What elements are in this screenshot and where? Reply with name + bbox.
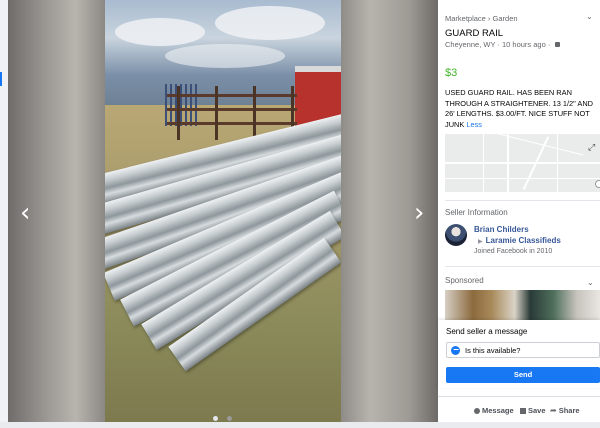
next-photo-button[interactable]: › (414, 200, 424, 226)
message-input-value: Is this available? (465, 346, 521, 355)
left-nav-strip (0, 0, 8, 428)
share-action-label: Share (558, 406, 580, 415)
map-road (557, 134, 558, 192)
listing-location-time: Cheyenne, WY · 10 hours ago · (445, 40, 561, 49)
chevron-left-icon: ‹ (20, 198, 31, 228)
marketplace-listing-page: ‹ › Marketplace › Garden ⌄ GUARD RAIL Ch… (0, 0, 600, 428)
listing-details-panel: Marketplace › Garden ⌄ GUARD RAIL Cheyen… (438, 0, 600, 428)
sponsored-ad-image[interactable] (445, 290, 600, 320)
left-nav-indicator (0, 72, 2, 86)
listing-actions-bar: Message Save ➦ Share (438, 396, 600, 422)
photo-cloud (215, 6, 325, 40)
share-icon: ➦ (550, 406, 557, 415)
location-text: Cheyenne, WY · 10 hours ago · (445, 40, 551, 49)
share-action-button[interactable]: ➦ Share (550, 406, 580, 415)
photo-cloud (165, 44, 285, 68)
seller-info-heading: Seller Information (445, 208, 508, 217)
save-action-button[interactable]: Save (520, 406, 546, 415)
pen-post (215, 86, 218, 140)
seller-avatar[interactable] (445, 224, 467, 246)
message-icon (474, 408, 480, 414)
listing-title: GUARD RAIL (445, 28, 504, 39)
photo-dot-active[interactable] (213, 416, 218, 421)
message-action-button[interactable]: Message (474, 406, 514, 415)
sponsored-heading: Sponsored (445, 276, 484, 285)
message-heading: Send seller a message (446, 327, 528, 336)
pen-post (253, 86, 256, 140)
map-zoom-icon[interactable] (595, 180, 600, 188)
listing-photo (105, 0, 341, 422)
listing-price: $3 (445, 67, 458, 79)
map-road (445, 162, 600, 164)
map-road (466, 134, 584, 156)
send-button[interactable]: Send (446, 367, 600, 383)
sponsored-chevron-down-icon[interactable]: ⌄ (587, 278, 594, 287)
bottom-scroll-area (0, 422, 600, 428)
breadcrumb[interactable]: Marketplace › Garden (445, 14, 518, 23)
photo-cloud (115, 18, 205, 46)
seller-joined-date: Joined Facebook in 2010 (474, 248, 553, 255)
prev-photo-button[interactable]: ‹ (20, 200, 30, 226)
caret-right-icon: ▶ (478, 239, 483, 245)
less-link[interactable]: Less (466, 120, 482, 129)
location-map[interactable]: ⤢ (445, 134, 600, 192)
message-input[interactable]: Is this available? (446, 342, 600, 358)
options-chevron-down-icon[interactable]: ⌄ (586, 12, 593, 21)
listing-description: USED GUARD RAIL. HAS BEEN RAN THROUGH A … (445, 88, 595, 130)
pen-rail (167, 94, 297, 97)
map-road (445, 178, 600, 179)
bookmark-icon (520, 408, 526, 414)
pen-rail (167, 122, 297, 125)
divider (445, 266, 600, 267)
photo-viewer[interactable]: ‹ › (8, 0, 438, 422)
divider (445, 200, 600, 201)
photo-pagination-dots (213, 408, 237, 422)
seller-group-link[interactable]: ▶ Laramie Classifieds (478, 236, 561, 245)
expand-map-icon[interactable]: ⤢ (588, 142, 595, 153)
photo-dot[interactable] (227, 416, 233, 421)
map-road (507, 134, 509, 192)
pen-post (177, 86, 180, 140)
messenger-icon (451, 346, 460, 355)
pen-rail (167, 108, 297, 111)
seller-group-label: Laramie Classifieds (485, 236, 561, 245)
save-action-label: Save (528, 406, 546, 415)
chevron-right-icon: › (414, 198, 425, 228)
seller-name-link[interactable]: Brian Childers (474, 225, 529, 234)
lock-icon (555, 42, 561, 47)
map-road (483, 134, 484, 192)
message-action-label: Message (482, 406, 514, 415)
